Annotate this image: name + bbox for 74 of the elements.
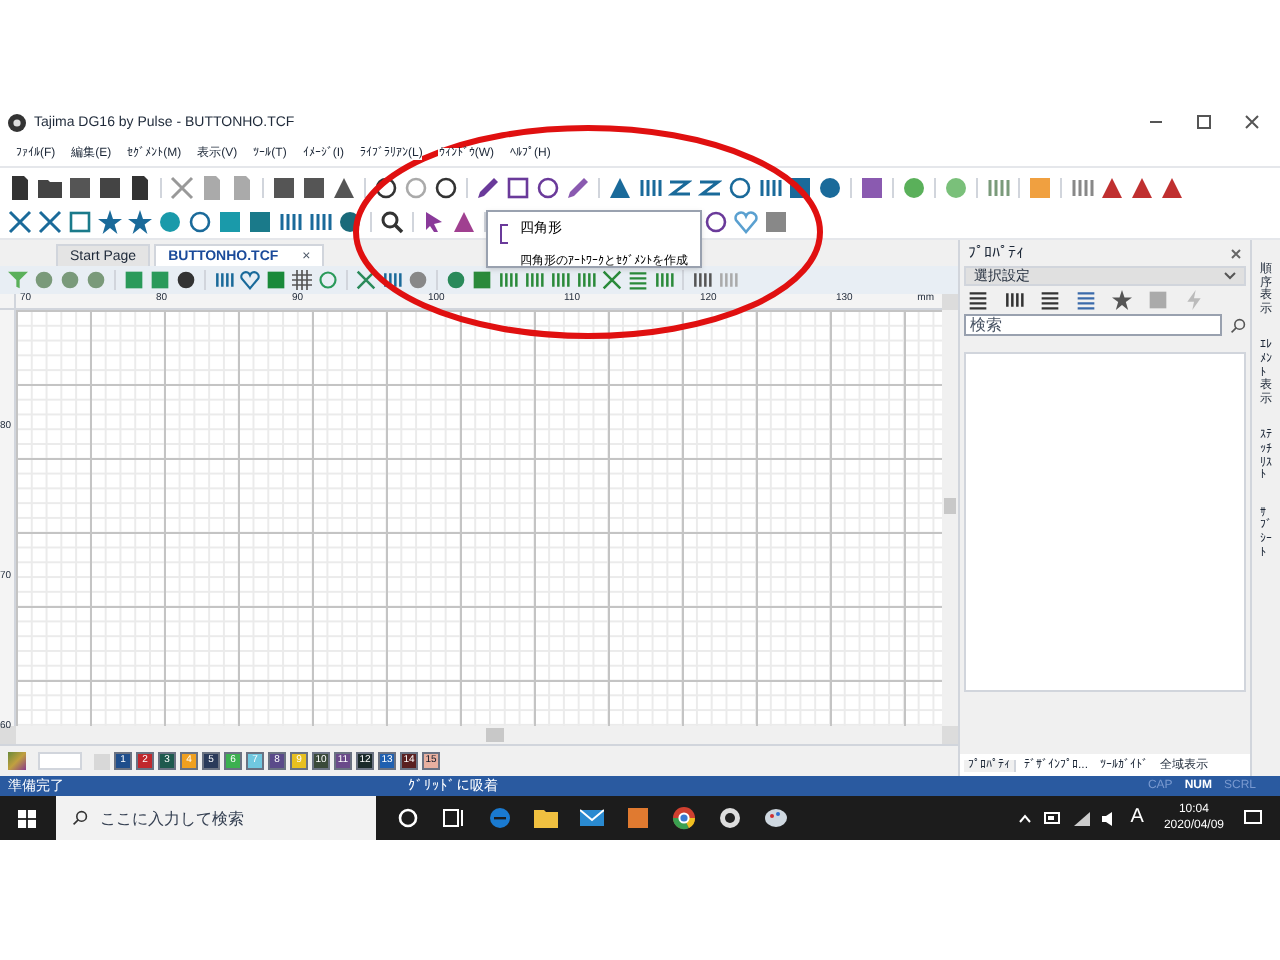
pencil-icon[interactable] [476,175,500,199]
triangle-icon[interactable] [1100,175,1124,199]
search-field[interactable]: 検索 [964,314,1222,336]
circle-icon[interactable] [338,210,362,234]
list-icon[interactable] [1076,290,1096,310]
star-icon[interactable] [1112,290,1132,310]
heart-icon[interactable] [240,270,260,290]
search-icon[interactable] [380,210,404,234]
circle-icon[interactable] [728,175,752,199]
bars-icon[interactable] [308,210,332,234]
folder-icon[interactable] [38,175,62,199]
circle-icon[interactable] [374,175,398,199]
triangle-icon[interactable] [1160,175,1184,199]
mail-icon[interactable] [580,806,604,830]
color-input-field[interactable] [38,752,82,770]
star-icon[interactable] [128,210,152,234]
folder-icon[interactable] [534,806,558,830]
circle-icon[interactable] [818,175,842,199]
notification-icon[interactable] [1244,809,1264,827]
close-icon[interactable] [1230,247,1242,259]
arrow-cursor-icon[interactable] [422,210,446,234]
media-icon[interactable] [626,806,650,830]
chrome-icon[interactable] [672,806,696,830]
panel-title: ﾌﾟﾛﾊﾟﾃｨ [968,245,1024,261]
star-icon[interactable] [98,210,122,234]
circle-icon[interactable] [434,175,458,199]
caret-up-icon[interactable] [1018,813,1033,823]
chevron-down-icon [1224,272,1236,280]
taskbar-search-field[interactable]: ここに入力して検索 [56,796,376,840]
document-icon[interactable] [128,175,152,199]
bars-icon[interactable] [692,270,712,290]
battery-icon[interactable] [1044,812,1063,824]
list-icon[interactable] [1040,290,1060,310]
zigzag-icon[interactable] [698,175,722,199]
color-swatch-icon[interactable] [8,752,26,770]
input-method-indicator[interactable]: A [1130,808,1144,828]
bars-icon[interactable] [638,175,662,199]
triangle-icon[interactable] [608,175,632,199]
bars-icon[interactable] [758,175,782,199]
cross-icon[interactable] [356,270,376,290]
paint-palette-icon[interactable] [764,806,788,830]
cross-icon[interactable] [170,175,194,199]
grid-icon[interactable] [292,270,312,290]
zigzag-icon[interactable] [668,175,692,199]
cross-icon[interactable] [8,210,32,234]
network-icon[interactable] [1074,811,1091,825]
triangle-icon[interactable] [332,175,356,199]
triangle-icon[interactable] [1130,175,1154,199]
app-icon[interactable] [718,806,742,830]
browser-e-icon[interactable] [488,806,512,830]
pencil-icon[interactable] [566,175,590,199]
search-icon[interactable] [1230,317,1246,333]
search-icon [72,810,88,826]
bars-icon[interactable] [278,210,302,234]
circle-icon[interactable] [188,210,212,234]
bars-icon[interactable] [214,270,234,290]
cross-icon[interactable] [38,210,62,234]
bars-icon[interactable] [1004,290,1024,310]
circle-icon[interactable] [536,175,560,199]
triangle-icon[interactable] [452,210,476,234]
cortana-circle-icon[interactable] [396,806,420,830]
document-icon[interactable] [8,175,32,199]
horizontal-scrollbar[interactable] [16,726,942,744]
bars-icon[interactable] [382,270,402,290]
task-view-icon[interactable] [442,806,466,830]
app-logo-icon [8,113,26,131]
circle-icon[interactable] [176,270,196,290]
list-icon[interactable] [968,290,988,310]
cross-icon[interactable] [602,270,622,290]
close-icon[interactable] [1244,114,1260,130]
circle-icon[interactable] [704,210,728,234]
windows-logo-icon[interactable] [18,809,36,827]
maximize-icon[interactable] [1196,114,1212,130]
vertical-scrollbar[interactable] [942,310,958,726]
